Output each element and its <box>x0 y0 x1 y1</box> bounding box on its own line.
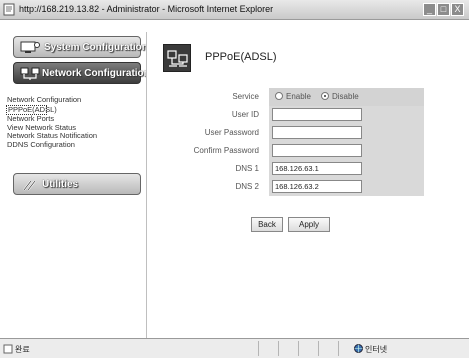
sidebar-item-network-configuration[interactable]: Network Configuration <box>7 95 97 105</box>
minimize-icon: _ <box>426 4 432 14</box>
status-divider <box>278 341 279 356</box>
close-icon: X <box>454 4 461 14</box>
content-area: PPPoE(ADSL) Service Enable Disable User … <box>146 32 464 338</box>
sidebar: System Configuration Network Configurati… <box>0 21 150 338</box>
sidebar-item-ddns-configuration[interactable]: DDNS Configuration <box>7 140 97 150</box>
maximize-icon: □ <box>440 4 447 14</box>
utilities-label: Utilities <box>42 179 79 190</box>
dns1-input[interactable]: 168.126.63.1 <box>272 162 362 175</box>
confirm-password-cell <box>269 142 424 160</box>
system-configuration-button[interactable]: System Configuration <box>13 36 148 58</box>
service-enable-radio[interactable] <box>275 92 283 100</box>
dns1-label: DNS 1 <box>235 164 259 173</box>
system-configuration-label: System Configuration <box>44 42 148 53</box>
network-configuration-label: Network Configuration <box>42 68 150 79</box>
user-id-row: User ID <box>162 106 450 124</box>
status-text: 완료 <box>15 345 30 354</box>
dns2-label: DNS 2 <box>235 182 259 191</box>
service-label: Service <box>232 92 259 101</box>
service-disable-radio[interactable] <box>321 92 329 100</box>
network-icon <box>20 67 40 80</box>
service-field: Enable Disable <box>269 88 424 106</box>
back-button[interactable]: Back <box>251 217 283 232</box>
window-titlebar: http://168.219.13.82 - Administrator - M… <box>0 0 469 20</box>
minimize-button[interactable]: _ <box>423 3 436 16</box>
user-password-row: User Password <box>162 124 450 142</box>
service-row: Service Enable Disable <box>162 88 450 106</box>
monitor-icon <box>20 41 40 53</box>
status-bar: 완료 인터넷 <box>0 338 469 358</box>
pppoe-form: Service Enable Disable User ID User Pass… <box>162 88 450 196</box>
dns2-input[interactable]: 168.126.63.2 <box>272 180 362 193</box>
zone-text: 인터넷 <box>365 345 388 354</box>
dns1-cell: 168.126.63.1 <box>269 160 424 178</box>
ie-page-icon <box>3 3 15 16</box>
confirm-password-label: Confirm Password <box>193 146 259 155</box>
user-password-cell <box>269 124 424 142</box>
confirm-password-input[interactable] <box>272 144 362 157</box>
dns1-row: DNS 1 168.126.63.1 <box>162 160 450 178</box>
status-divider <box>258 341 259 356</box>
page-status-icon <box>3 344 13 354</box>
status-divider <box>338 341 339 356</box>
user-id-input[interactable] <box>272 108 362 121</box>
close-button[interactable]: X <box>451 3 464 16</box>
service-enable-label: Enable <box>286 92 311 101</box>
user-password-input[interactable] <box>272 126 362 139</box>
dns2-cell: 168.126.63.2 <box>269 178 424 196</box>
utilities-button[interactable]: Utilities <box>13 173 141 195</box>
status-divider <box>298 341 299 356</box>
user-id-label: User ID <box>231 110 259 119</box>
network-configuration-button[interactable]: Network Configuration <box>13 62 150 84</box>
user-id-cell <box>269 106 424 124</box>
confirm-password-row: Confirm Password <box>162 142 450 160</box>
maximize-button[interactable]: □ <box>437 3 450 16</box>
network-computers-icon <box>167 50 188 67</box>
apply-button[interactable]: Apply <box>288 217 330 232</box>
main-panel: PPPoE(ADSL) Service Enable Disable User … <box>146 21 464 338</box>
service-disable-label: Disable <box>332 92 359 101</box>
page-title: PPPoE(ADSL) <box>205 51 277 63</box>
window-title: http://168.219.13.82 - Administrator - M… <box>19 4 274 14</box>
dns2-row: DNS 2 168.126.63.2 <box>162 178 450 196</box>
tools-icon <box>23 180 36 191</box>
globe-icon <box>354 344 363 353</box>
user-password-label: User Password <box>204 128 259 137</box>
page-header-icon <box>163 44 191 72</box>
network-submenu: Network Configuration PPPoE(ADSL) Networ… <box>6 95 97 150</box>
status-divider <box>318 341 319 356</box>
